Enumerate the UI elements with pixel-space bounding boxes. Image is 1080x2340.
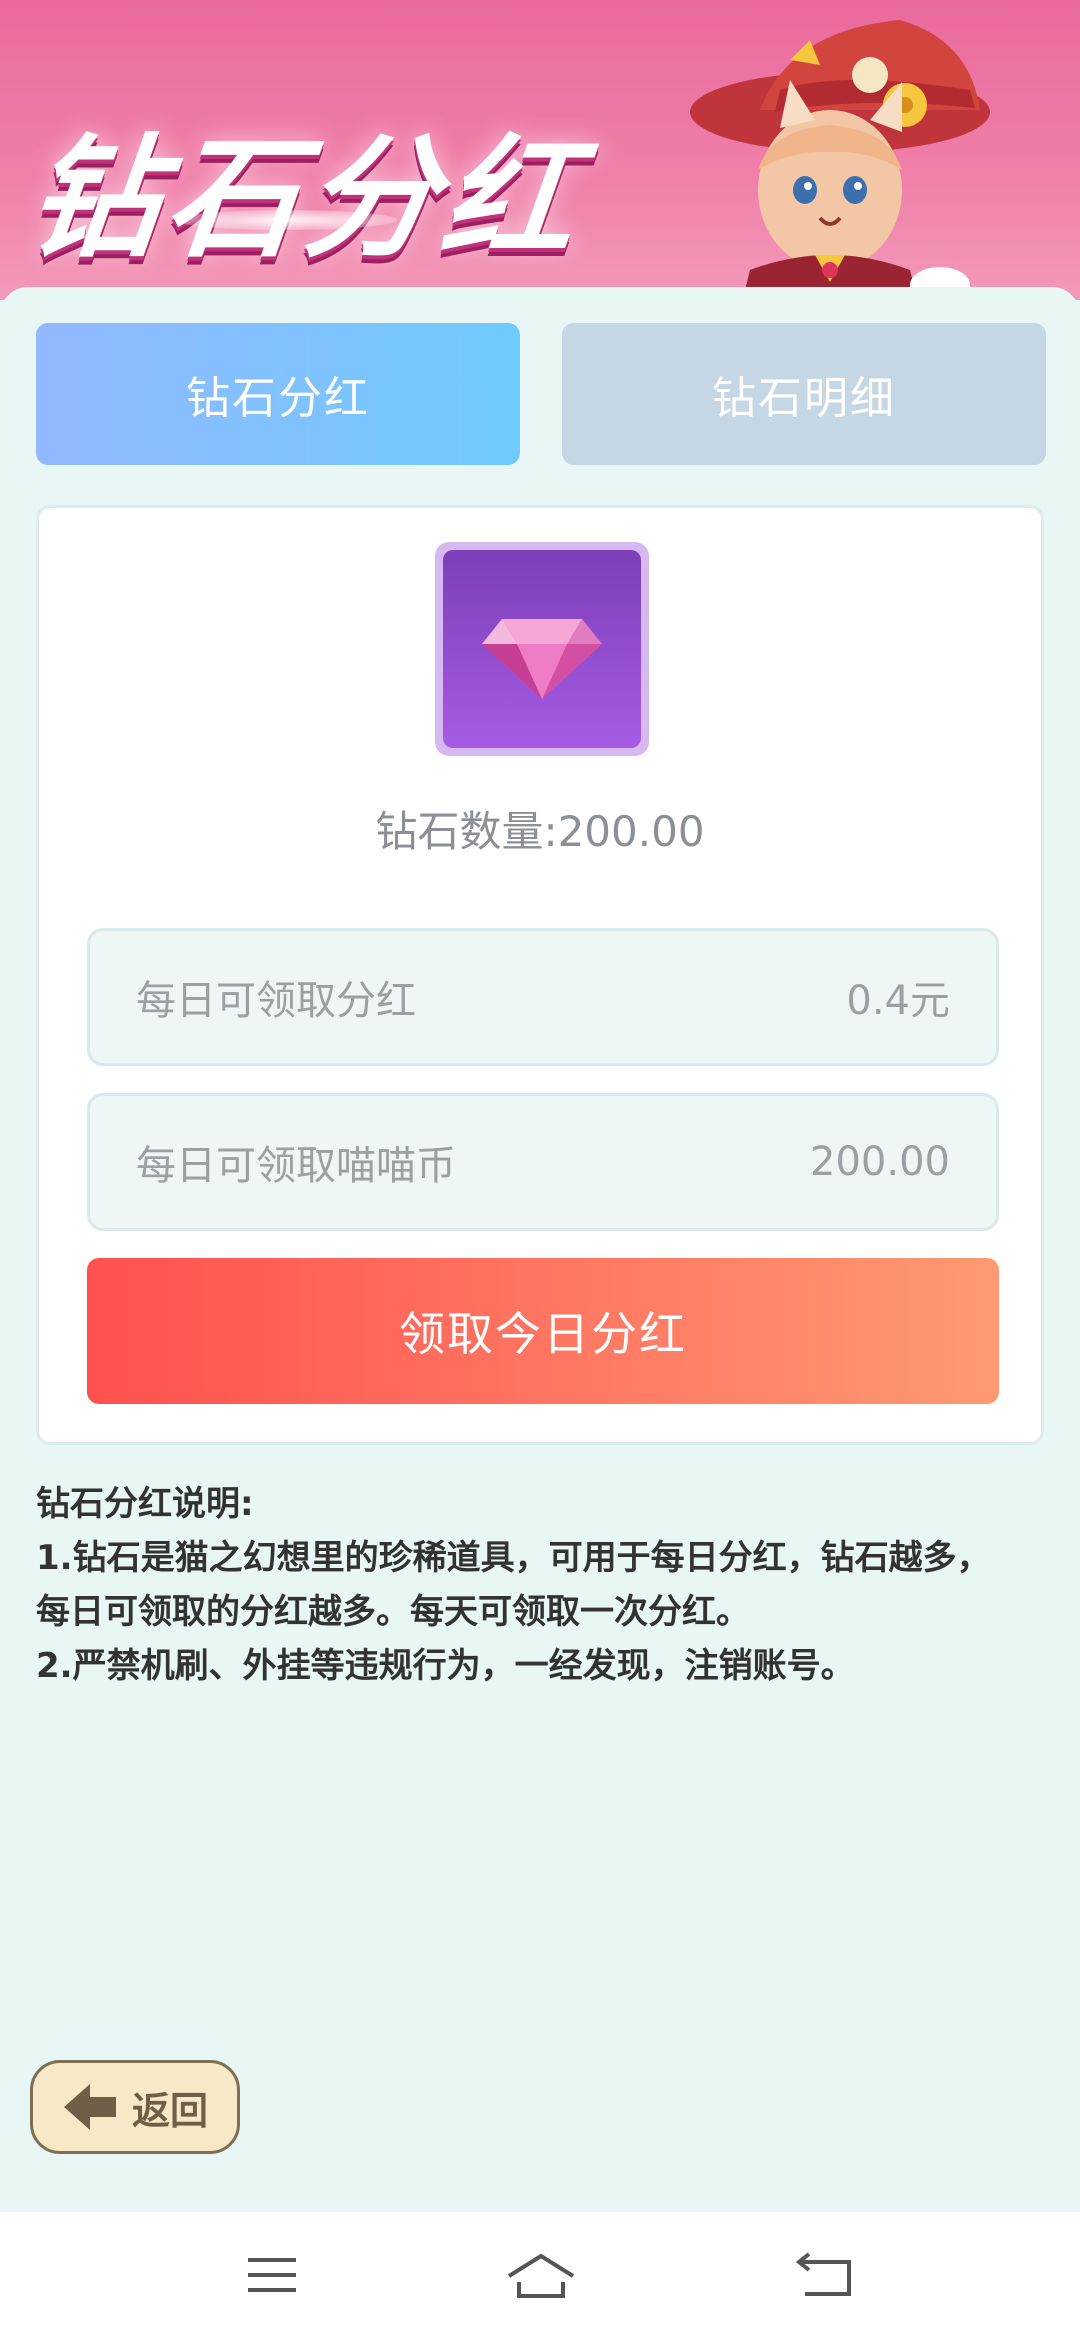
dividend-description: 钻石分红说明: 1.钻石是猫之幻想里的珍稀道具，可用于每日分红，钻石越多， 每日… [36,1477,1056,1693]
header-banner: 钻石分红 [0,0,1080,300]
home-icon[interactable] [505,2250,577,2300]
arrow-left-icon [63,2084,116,2130]
daily-dividend-row: 每日可领取分红 0.4元 [87,928,999,1066]
diamond-count: 钻石数量:200.00 [375,807,705,856]
claim-dividend-button[interactable]: 领取今日分红 [87,1258,999,1404]
daily-coins-label: 每日可领取喵喵币 [136,1143,456,1189]
back-button-label: 返回 [131,2088,208,2133]
daily-coins-value: 200.00 [810,1139,950,1185]
cat-witch-mascot-illustration [690,20,990,300]
tab-diamond-details[interactable]: 钻石明细 [562,323,1046,465]
back-button[interactable]: 返回 [30,2060,240,2154]
system-nav-bar [0,2212,1080,2340]
dividend-card: 钻石数量:200.00 每日可领取分红 0.4元 每日可领取喵喵币 200.00… [36,505,1044,1445]
menu-icon[interactable] [242,2250,302,2300]
description-title: 钻石分红说明: [36,1484,254,1524]
back-nav-icon[interactable] [795,2250,855,2300]
main-panel: 钻石分红 钻石明细 钻石数量:200.00 每日可领取分红 0.4元 每日可领取… [0,287,1080,2212]
description-line: 每日可领取的分红越多。每天可领取一次分红。 [36,1592,750,1632]
daily-dividend-value: 0.4元 [846,978,950,1024]
banner-title: 钻石分红 [20,92,592,283]
daily-coins-row: 每日可领取喵喵币 200.00 [87,1093,999,1231]
tab-diamond-dividend[interactable]: 钻石分红 [36,323,520,465]
description-line: 1.钻石是猫之幻想里的珍稀道具，可用于每日分红，钻石越多， [36,1538,991,1578]
daily-dividend-label: 每日可领取分红 [136,978,416,1024]
diamond-icon [482,619,602,699]
gem-frame [435,542,649,756]
description-line: 2.严禁机刷、外挂等违规行为，一经发现，注销账号。 [36,1646,855,1686]
